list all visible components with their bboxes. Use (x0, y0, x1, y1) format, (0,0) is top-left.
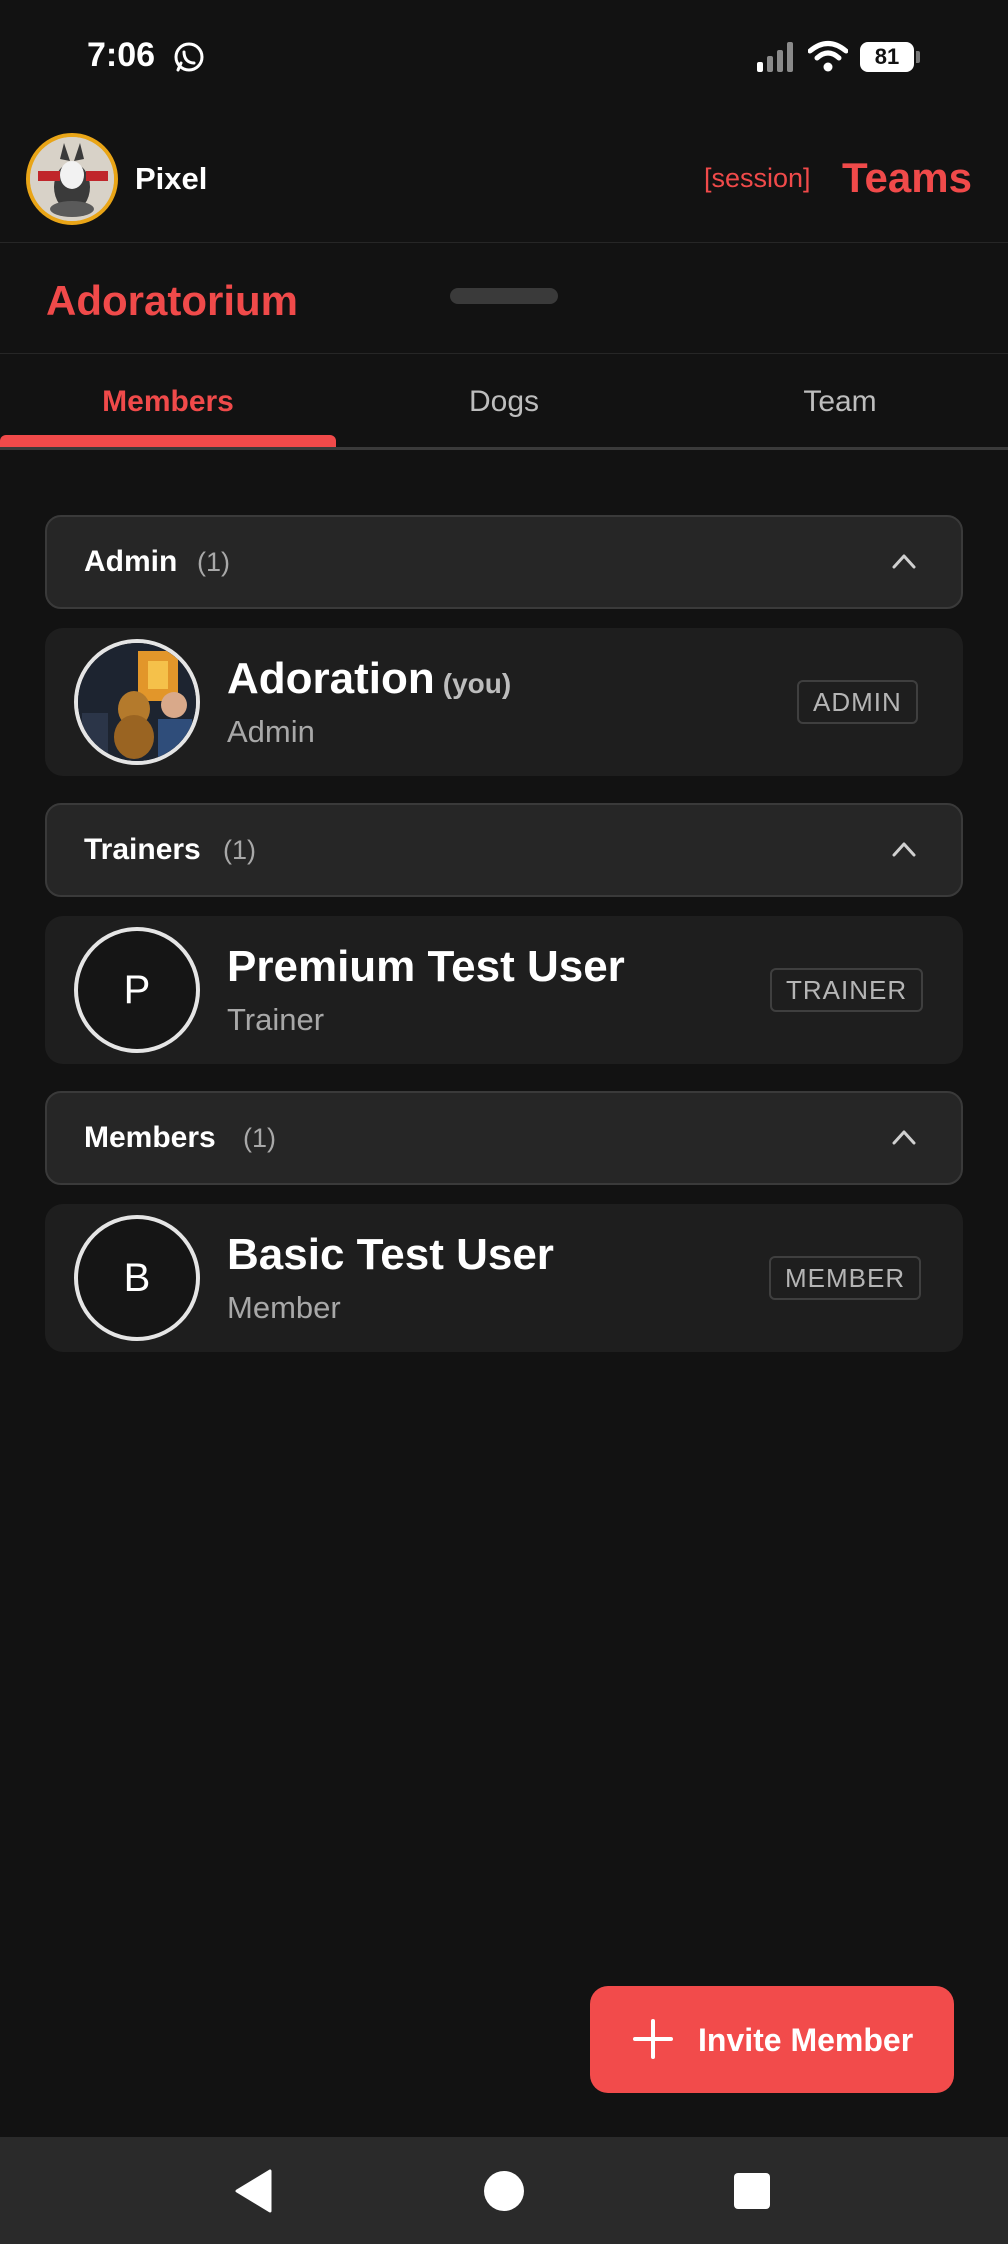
plus-icon (633, 2019, 673, 2059)
chevron-up-icon[interactable] (891, 1127, 917, 1147)
avatar: P (74, 927, 200, 1053)
member-name: Basic Test User (227, 1230, 554, 1279)
user-name: Pixel (135, 161, 208, 196)
session-link[interactable]: [session] (704, 163, 811, 194)
avatar: B (74, 1215, 200, 1341)
system-nav-bar (0, 2137, 1008, 2244)
role-badge: MEMBER (769, 1256, 922, 1300)
signal-icon (757, 42, 793, 72)
tab-members[interactable]: Members (0, 354, 336, 447)
wifi-icon (808, 41, 848, 72)
whatsapp-icon (174, 42, 204, 72)
member-card[interactable]: Adoration (you) Admin ADMIN (45, 628, 963, 776)
team-name[interactable]: Adoratorium (46, 277, 298, 325)
section-count: (1) (243, 1123, 276, 1153)
member-role: Member (227, 1290, 341, 1325)
tab-team[interactable]: Team (672, 354, 1008, 447)
user-avatar[interactable] (26, 133, 118, 225)
chevron-up-icon[interactable] (891, 551, 917, 571)
profile-photo-icon (78, 643, 196, 761)
dog-photo-icon (30, 137, 114, 221)
member-card[interactable]: P Premium Test User Trainer TRAINER (45, 916, 963, 1064)
battery-icon: 81 (860, 42, 920, 72)
battery-level: 81 (860, 42, 914, 72)
section-title: Members (84, 1121, 216, 1154)
role-badge: ADMIN (797, 680, 918, 724)
member-card[interactable]: B Basic Test User Member MEMBER (45, 1204, 963, 1352)
drag-handle[interactable] (450, 288, 558, 304)
status-time: 7:06 (87, 36, 156, 74)
team-name-row: Adoratorium (0, 243, 1008, 354)
app-header: Pixel [session] Teams (0, 115, 1008, 243)
you-label: (you) (442, 668, 512, 699)
page-title: Teams (842, 154, 972, 201)
recents-icon[interactable] (734, 2173, 770, 2209)
member-name: Premium Test User (227, 942, 625, 991)
member-role: Trainer (227, 1002, 325, 1037)
section-header-trainers[interactable]: Trainers (1) (45, 803, 963, 897)
status-bar: 7:06 81 (0, 0, 1008, 115)
section-count: (1) (223, 835, 256, 865)
home-icon[interactable] (484, 2171, 524, 2211)
back-icon[interactable] (234, 2169, 274, 2213)
tab-dogs[interactable]: Dogs (336, 354, 672, 447)
battery-tip (916, 51, 920, 63)
section-header-admin[interactable]: Admin (1) (45, 515, 963, 609)
avatar (74, 639, 200, 765)
section-title: Trainers (84, 833, 201, 866)
role-badge: TRAINER (770, 968, 924, 1012)
member-name-text: Adoration (227, 654, 435, 703)
tab-bar: Members Dogs Team (0, 354, 1008, 450)
section-title: Admin (84, 545, 178, 578)
section-count: (1) (197, 547, 230, 577)
active-tab-indicator (0, 435, 336, 447)
invite-member-button[interactable]: Invite Member (590, 1986, 954, 2093)
invite-member-label: Invite Member (698, 2022, 914, 2058)
section-header-members[interactable]: Members (1) (45, 1091, 963, 1185)
chevron-up-icon[interactable] (891, 839, 917, 859)
member-name: Adoration (you) (227, 654, 511, 704)
member-role: Admin (227, 714, 315, 749)
